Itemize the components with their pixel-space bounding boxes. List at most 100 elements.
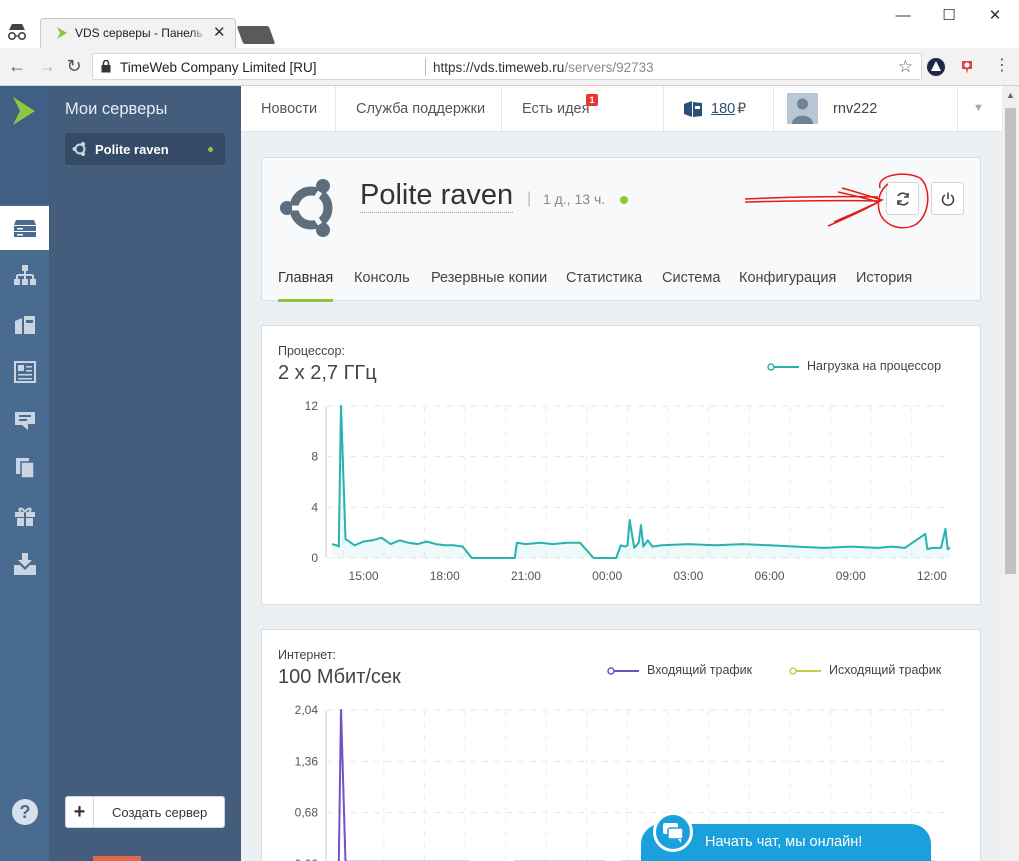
cpu-value: 2 x 2,7 ГГц — [278, 362, 377, 384]
wallet-icon — [684, 101, 702, 117]
nav-divider — [335, 86, 336, 132]
tab-main[interactable]: Главная — [278, 270, 334, 302]
chat-label: Начать чат, мы онлайн! — [705, 834, 863, 850]
x-tick-label: 00:00 — [592, 569, 622, 583]
forward-icon[interactable]: → — [36, 56, 58, 77]
maximize-button[interactable]: ☐ — [934, 5, 964, 27]
chevron-down-icon[interactable]: ▼ — [973, 102, 984, 114]
avatar[interactable] — [787, 93, 818, 124]
currency-symbol: ₽ — [737, 101, 747, 117]
tab-system[interactable]: Система — [662, 270, 720, 302]
timeweb-logo[interactable] — [0, 86, 49, 204]
server-status-dot — [208, 147, 213, 152]
tab-backups[interactable]: Резервные копии — [431, 270, 547, 302]
minimize-button[interactable]: — — [888, 5, 918, 27]
balance-link[interactable]: 180 — [711, 101, 735, 117]
url-path: /servers/92733 — [564, 60, 654, 75]
dashboard-icon — [13, 361, 36, 383]
y-tick-label: 0 — [311, 551, 318, 565]
tab-statistics[interactable]: Статистика — [566, 270, 642, 302]
close-window-button[interactable]: ✕ — [980, 5, 1010, 27]
chat-bubble-icon[interactable] — [653, 812, 693, 852]
browser-toolbar: ← → ↻ TimeWeb Company Limited [RU] https… — [0, 48, 1019, 86]
server-name[interactable]: Polite raven — [360, 178, 514, 213]
translate-extension-icon[interactable] — [957, 57, 977, 77]
ubuntu-icon — [72, 142, 86, 156]
backups-icon — [15, 458, 35, 479]
help-icon[interactable]: ? — [12, 799, 38, 825]
rail-servers[interactable] — [0, 206, 49, 250]
reload-icon[interactable]: ↻ — [63, 56, 85, 77]
sidebar-server-item[interactable]: Polite raven — [65, 133, 225, 165]
nav-idea[interactable]: Есть идея — [522, 101, 589, 117]
user-icon — [792, 98, 813, 124]
y-tick-label: 12 — [305, 399, 319, 413]
x-tick-label: 03:00 — [673, 569, 703, 583]
username[interactable]: rnv222 — [833, 101, 877, 117]
extension-icon[interactable] — [926, 57, 946, 77]
nav-divider — [957, 86, 958, 132]
scrollbar-thumb[interactable] — [1005, 108, 1016, 574]
rail-backups[interactable] — [0, 446, 49, 490]
timeweb-favicon-icon — [57, 27, 67, 39]
nav-divider — [773, 86, 774, 132]
scroll-up-icon[interactable]: ▲ — [1006, 90, 1015, 100]
idea-badge: 1 — [586, 94, 598, 106]
rail-dashboard[interactable] — [0, 350, 49, 394]
address-bar[interactable]: TimeWeb Company Limited [RU] https://vds… — [92, 53, 922, 80]
nav-divider — [501, 86, 502, 132]
reboot-button[interactable] — [886, 182, 919, 215]
network-icon — [13, 265, 36, 285]
y-tick-label: 1,36 — [295, 754, 319, 768]
back-icon[interactable]: ← — [6, 56, 28, 77]
plus-icon: + — [66, 797, 94, 827]
tab-console[interactable]: Консоль — [354, 270, 410, 302]
nav-news[interactable]: Новости — [261, 101, 317, 117]
bookmark-star-icon[interactable]: ☆ — [898, 57, 913, 77]
page-scrollbar[interactable]: ▲ — [1002, 86, 1019, 861]
dns-icon — [14, 412, 35, 430]
cpu-legend[interactable]: Нагрузка на процессор — [767, 359, 941, 373]
server-header-card: Polite raven | 1 д., 13 ч. Главная Консо… — [261, 157, 981, 302]
download-icon — [13, 553, 36, 575]
new-tab-button[interactable] — [236, 26, 276, 44]
servers-sidebar: Мои серверы Polite raven + Создать серве… — [49, 86, 241, 861]
cpu-card: Процессор: 2 x 2,7 ГГц Нагрузка на проце… — [261, 325, 981, 605]
browser-titlebar: VDS серверы - Панель у ✕ — ☐ ✕ — [0, 0, 1019, 48]
rail-dns[interactable] — [0, 398, 49, 442]
x-tick-label: 12:00 — [917, 569, 947, 583]
nav-support[interactable]: Служба поддержки — [356, 101, 485, 117]
rail-gift[interactable] — [0, 494, 49, 538]
rail-storage[interactable] — [0, 302, 49, 346]
outgoing-legend[interactable]: Исходящий трафик — [789, 663, 941, 677]
sidebar-title: Мои серверы — [65, 100, 168, 118]
create-server-label: Создать сервер — [112, 805, 208, 820]
browser-tab[interactable]: VDS серверы - Панель у ✕ — [40, 18, 236, 48]
x-tick-label: 06:00 — [755, 569, 785, 583]
x-tick-label: 09:00 — [836, 569, 866, 583]
cpu-chart: 12 8 4 0 15:00 18:00 21:00 00:00 03:00 06:00 09:00… — [305, 399, 951, 583]
tab-close-icon[interactable]: ✕ — [213, 23, 226, 41]
outgoing-legend-label: Исходящий трафик — [829, 663, 942, 677]
power-icon — [941, 192, 954, 206]
rail-download[interactable] — [0, 542, 49, 586]
browser-menu-icon[interactable]: ⋮ — [991, 55, 1013, 75]
url-text: https://vds.timeweb.ru/servers/92733 — [433, 60, 654, 75]
cpu-label: Процессор: — [278, 344, 345, 358]
nav-divider — [663, 86, 664, 132]
server-status-dot — [620, 196, 628, 204]
title-separator: | — [527, 190, 532, 207]
rail-network[interactable] — [0, 254, 49, 298]
address-separator — [425, 58, 426, 76]
power-button[interactable] — [931, 182, 964, 215]
gift-icon — [14, 507, 35, 526]
main-content: Polite raven | 1 д., 13 ч. Главная Консо… — [241, 132, 1002, 861]
tab-configuration[interactable]: Конфигурация — [739, 270, 836, 302]
sidebar-server-name: Polite raven — [95, 142, 169, 157]
certificate-label: TimeWeb Company Limited [RU] — [120, 60, 317, 75]
y-tick-label: 8 — [311, 450, 318, 464]
incoming-legend[interactable]: Входящий трафик — [607, 663, 752, 677]
create-server-button[interactable]: + Создать сервер — [65, 796, 225, 828]
icon-rail: ? — [0, 86, 49, 861]
tab-history[interactable]: История — [856, 270, 912, 302]
